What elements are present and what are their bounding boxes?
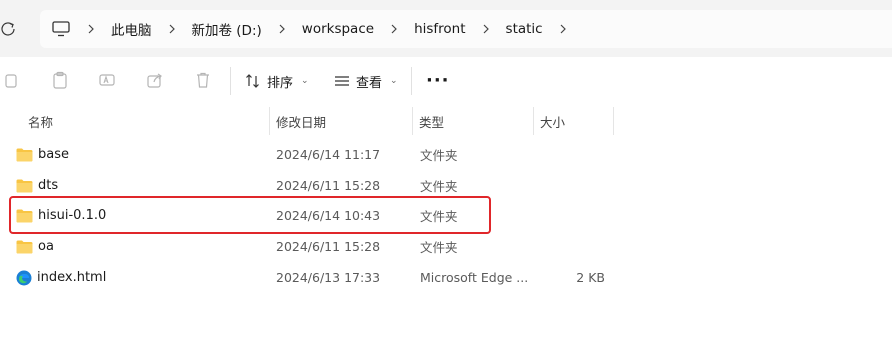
copy-icon[interactable] bbox=[0, 69, 22, 91]
chevron-right-icon[interactable] bbox=[475, 23, 497, 35]
delete-icon[interactable] bbox=[192, 69, 214, 91]
rename-icon[interactable] bbox=[96, 69, 118, 91]
toolbar-divider bbox=[230, 67, 231, 95]
column-divider[interactable] bbox=[412, 107, 413, 135]
file-size: 2 KB bbox=[576, 270, 605, 285]
view-label: 查看 bbox=[356, 75, 383, 91]
file-name: oa bbox=[38, 239, 54, 254]
column-divider[interactable] bbox=[269, 107, 270, 135]
file-size bbox=[540, 200, 605, 231]
chevron-right-icon[interactable] bbox=[383, 23, 405, 35]
chevron-right-icon[interactable] bbox=[161, 23, 183, 35]
column-type[interactable]: 类型 bbox=[419, 107, 444, 135]
file-name: dts bbox=[38, 178, 59, 193]
computer-icon[interactable] bbox=[52, 21, 70, 37]
column-header: 名称 修改日期 类型 大小 bbox=[0, 107, 892, 135]
file-name: index.html bbox=[37, 270, 107, 285]
view-list-icon bbox=[335, 76, 349, 86]
highlight-box bbox=[9, 196, 491, 234]
file-size bbox=[540, 139, 605, 170]
chevron-down-icon: ⌄ bbox=[390, 76, 398, 86]
sort-label: 排序 bbox=[267, 75, 294, 91]
column-divider[interactable] bbox=[613, 107, 614, 135]
chevron-right-icon[interactable] bbox=[552, 23, 574, 35]
edge-icon bbox=[16, 270, 32, 285]
address-bar: 此电脑 新加卷 (D:) workspace hisfront static bbox=[0, 0, 892, 57]
sort-icon bbox=[246, 74, 259, 88]
folder-icon bbox=[16, 240, 33, 253]
file-date: 2024/6/14 11:17 bbox=[276, 147, 381, 162]
breadcrumb[interactable]: 此电脑 新加卷 (D:) workspace hisfront static bbox=[40, 10, 892, 48]
file-name: base bbox=[38, 147, 69, 162]
column-date[interactable]: 修改日期 bbox=[276, 107, 326, 135]
file-size bbox=[540, 170, 605, 201]
breadcrumb-item-workspace[interactable]: workspace bbox=[293, 21, 383, 37]
breadcrumb-item-hisfront[interactable]: hisfront bbox=[405, 21, 474, 37]
view-button[interactable]: 查看 ⌄ bbox=[334, 68, 398, 94]
file-type: 文件夹 bbox=[420, 148, 458, 163]
folder-icon bbox=[16, 148, 33, 161]
column-name[interactable]: 名称 bbox=[28, 107, 53, 135]
chevron-right-icon[interactable] bbox=[271, 23, 293, 35]
folder-icon bbox=[16, 179, 33, 192]
file-type: 文件夹 bbox=[420, 240, 458, 255]
breadcrumb-item-this-pc[interactable]: 此电脑 bbox=[102, 19, 161, 39]
file-date: 2024/6/11 15:28 bbox=[276, 239, 381, 254]
list-item[interactable]: base 2024/6/14 11:17 文件夹 bbox=[0, 139, 892, 170]
chevron-right-icon[interactable] bbox=[80, 23, 102, 35]
list-item[interactable]: oa 2024/6/11 15:28 文件夹 bbox=[0, 231, 892, 262]
breadcrumb-item-drive[interactable]: 新加卷 (D:) bbox=[183, 19, 271, 39]
file-size bbox=[540, 231, 605, 262]
column-size[interactable]: 大小 bbox=[540, 107, 565, 135]
file-type: Microsoft Edge ... bbox=[420, 270, 529, 285]
toolbar-divider bbox=[411, 67, 412, 95]
paste-icon[interactable] bbox=[49, 69, 71, 91]
refresh-icon[interactable] bbox=[0, 20, 18, 38]
breadcrumb-item-static[interactable]: static bbox=[497, 21, 552, 37]
column-divider[interactable] bbox=[533, 107, 534, 135]
chevron-down-icon: ⌄ bbox=[301, 76, 309, 86]
share-icon[interactable] bbox=[144, 69, 166, 91]
sort-button[interactable]: 排序 ⌄ bbox=[245, 68, 309, 94]
list-item[interactable]: index.html 2024/6/13 17:33 Microsoft Edg… bbox=[0, 262, 892, 293]
more-options-button[interactable]: ··· bbox=[426, 70, 450, 91]
file-date: 2024/6/13 17:33 bbox=[276, 270, 381, 285]
